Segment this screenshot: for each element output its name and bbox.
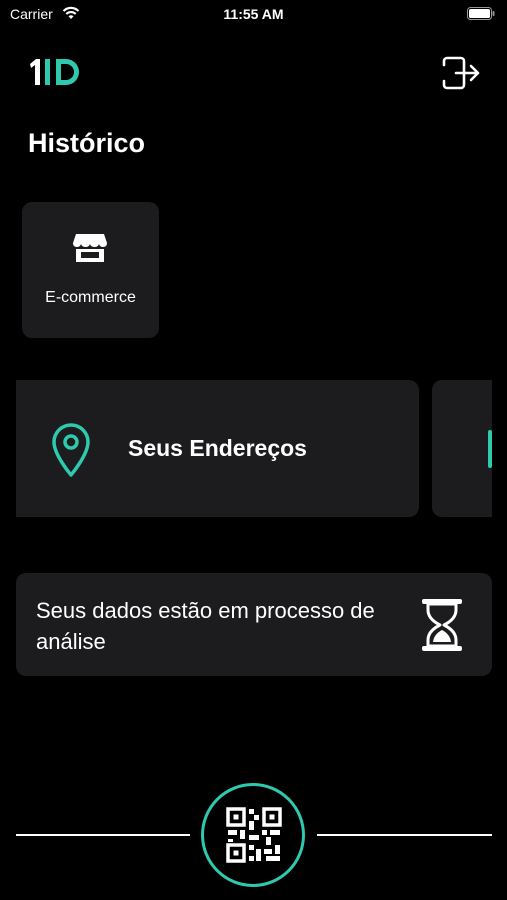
app-screen: Carrier 11:55 AM Histórico E-commerce Se… (0, 0, 507, 900)
bottom-divider-left (16, 834, 190, 836)
hourglass-icon (422, 599, 462, 651)
analysis-status-card: Seus dados estão em processo de análise (16, 573, 492, 676)
qr-code-button[interactable] (201, 783, 305, 887)
shortcuts-carousel[interactable]: Seus Endereços (16, 380, 492, 518)
ecommerce-label: E-commerce (45, 289, 136, 306)
map-pin-icon (52, 423, 90, 477)
battery-icon (467, 7, 495, 20)
ecommerce-card[interactable]: E-commerce (22, 202, 159, 338)
addresses-label: Seus Endereços (128, 435, 307, 461)
bottom-divider-right (317, 834, 492, 836)
carousel-next-card[interactable] (432, 380, 492, 517)
addresses-card[interactable]: Seus Endereços (16, 380, 419, 517)
status-bar: Carrier 11:55 AM (0, 0, 507, 30)
analysis-status-text: Seus dados estão em processo de análise (36, 598, 375, 654)
qr-code-icon (226, 807, 282, 863)
page-title: Histórico (28, 128, 146, 158)
status-time: 11:55 AM (223, 6, 284, 22)
logout-icon (442, 56, 480, 90)
logout-button[interactable] (438, 56, 480, 90)
app-logo (30, 59, 79, 85)
store-icon (73, 234, 107, 262)
next-card-icon-partial (488, 430, 492, 468)
